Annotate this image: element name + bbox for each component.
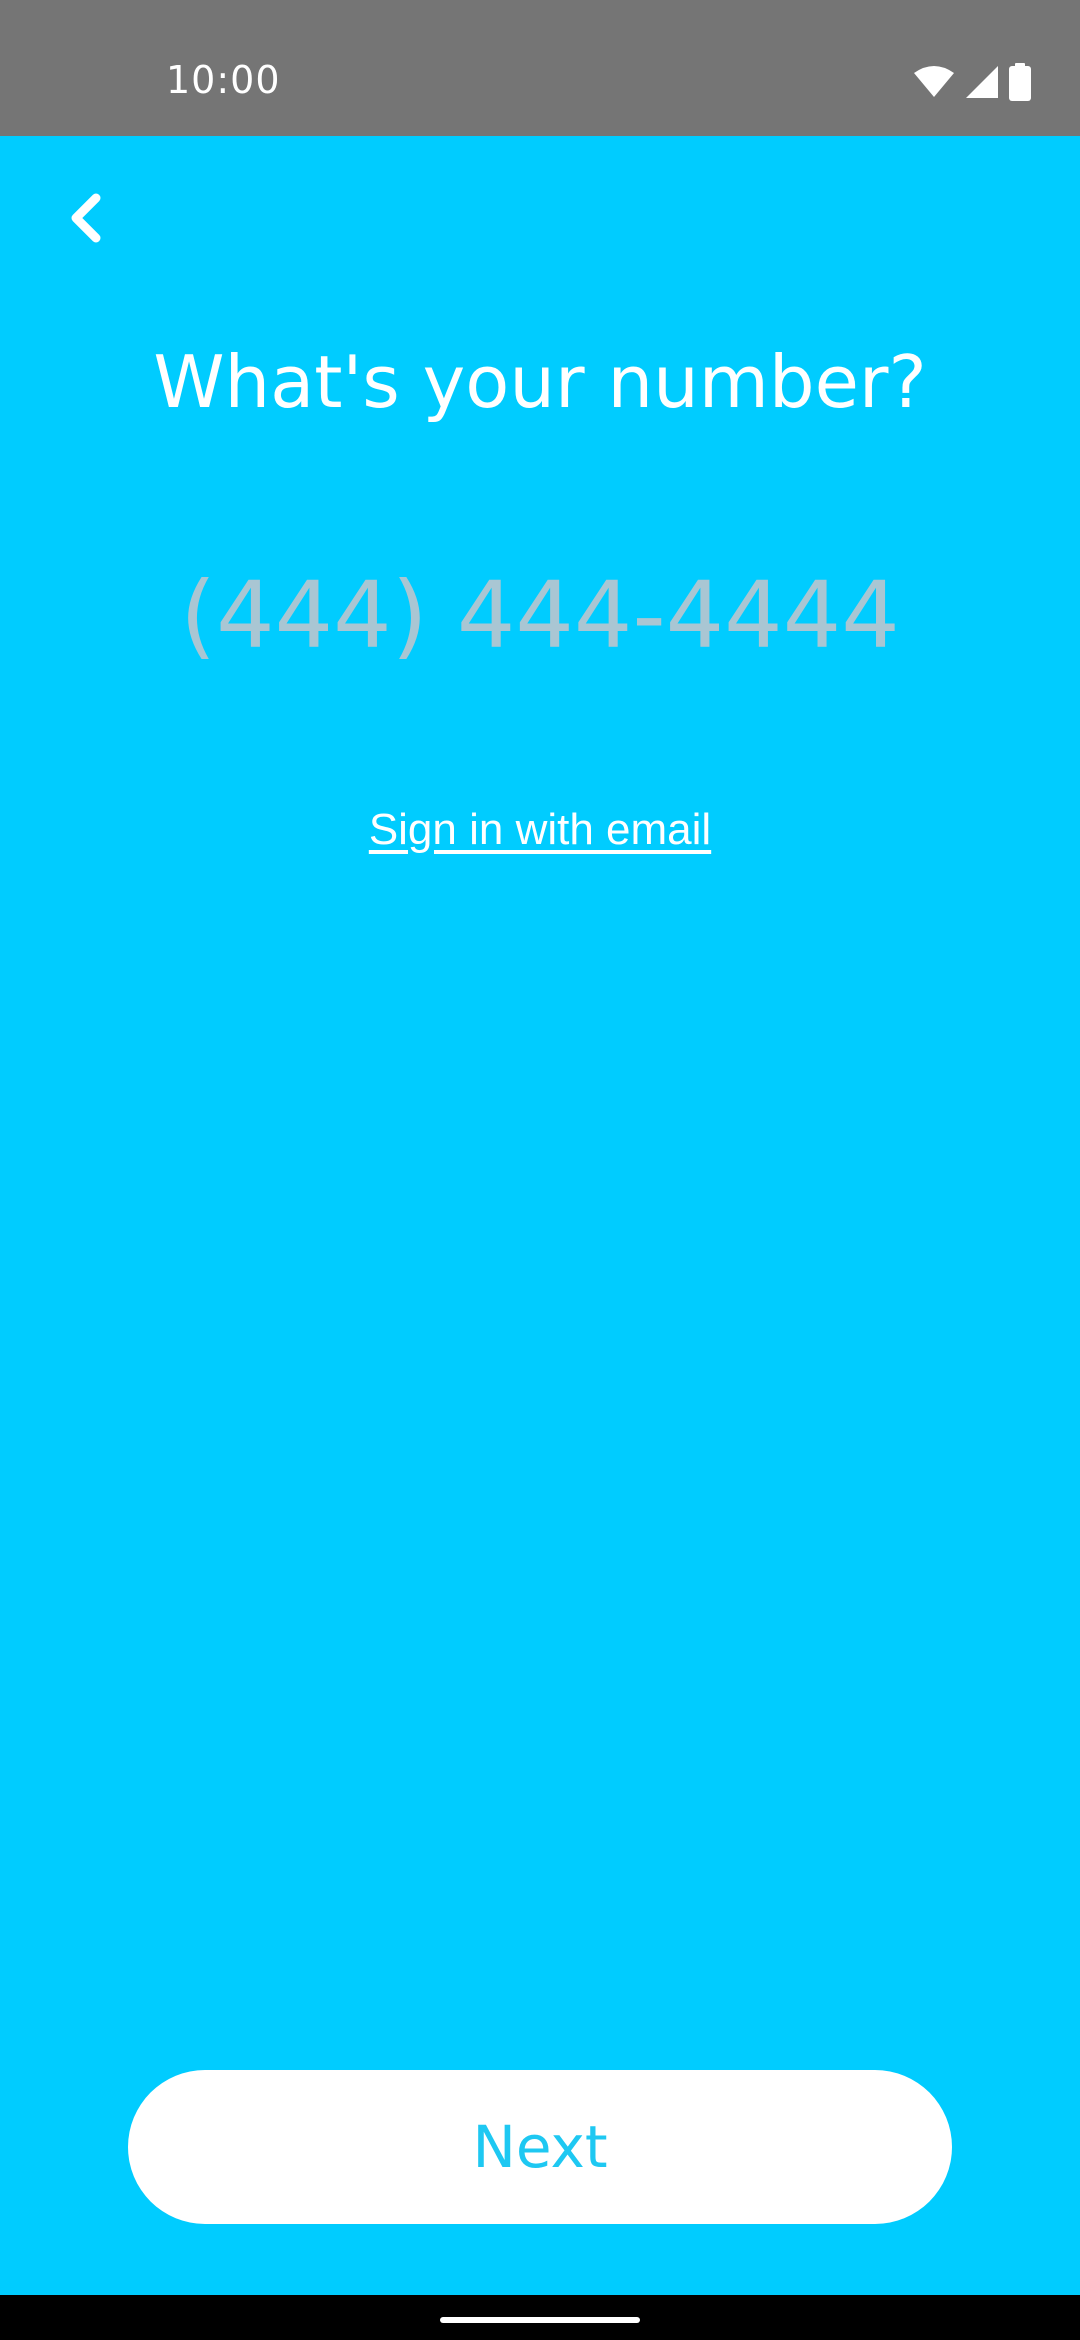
page-title: What's your number? — [153, 340, 927, 424]
wifi-icon — [912, 65, 956, 99]
status-icons — [912, 62, 1032, 102]
sign-in-with-email-link[interactable]: Sign in with email — [0, 805, 1080, 855]
home-indicator[interactable] — [440, 2317, 640, 2323]
back-button[interactable] — [36, 170, 136, 270]
navigation-bar — [0, 2295, 1080, 2340]
status-time: 10:00 — [166, 58, 281, 102]
next-button[interactable]: Next — [128, 2070, 952, 2224]
chevron-left-icon — [66, 192, 106, 249]
phone-number-input[interactable] — [140, 545, 940, 685]
battery-icon — [1008, 63, 1032, 101]
signal-icon — [964, 64, 1000, 100]
status-bar: 10:00 — [0, 0, 1080, 136]
phone-number-screen: 10:00 What's your number? (444) 444-4444… — [0, 0, 1080, 2340]
